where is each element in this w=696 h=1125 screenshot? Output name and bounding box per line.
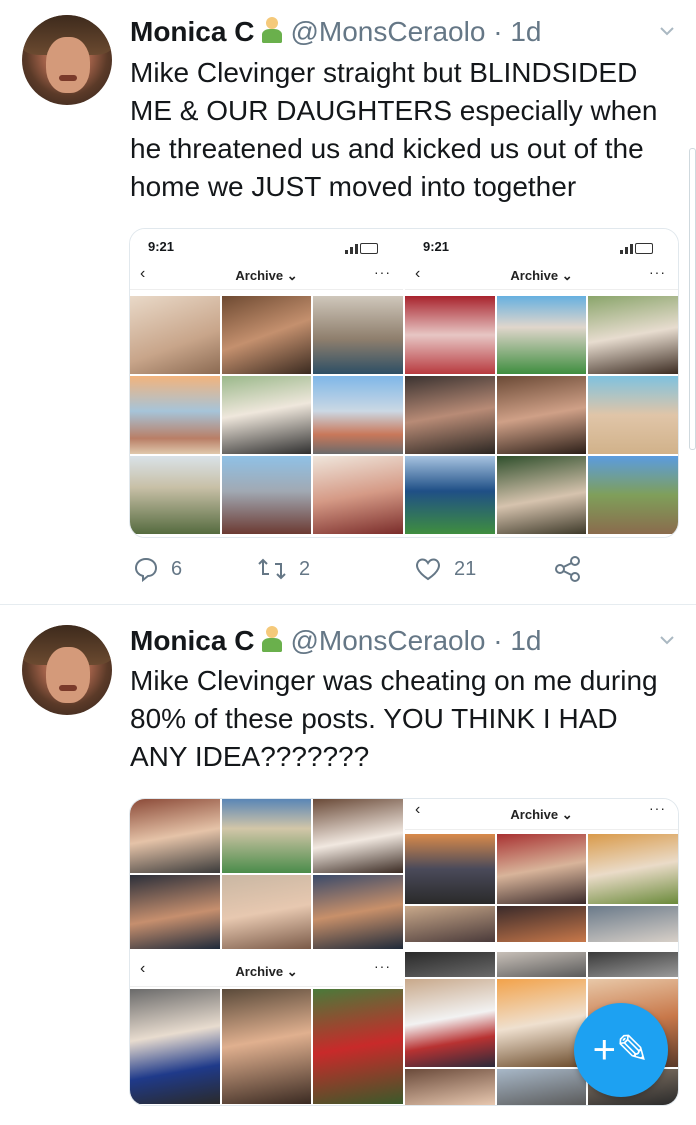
status-bar: 9:21 xyxy=(405,229,678,263)
signal-icon xyxy=(345,239,391,254)
status-bar: 9:21 xyxy=(130,229,403,263)
separator-dot: · xyxy=(493,625,503,656)
archive-title: Archive ⌄ xyxy=(510,268,573,283)
chevron-down-icon[interactable] xyxy=(660,26,674,40)
archive-navbar: ‹ Archive ⌄ ··· xyxy=(130,952,403,987)
media-image[interactable]: ‹ Archive ⌄ ··· xyxy=(405,799,678,949)
author-handle[interactable]: @MonsCeraolo xyxy=(290,16,485,47)
archive-title: Archive ⌄ xyxy=(235,964,298,979)
share-icon xyxy=(555,556,580,582)
tweet-text: Mike Clevinger was cheating on me during… xyxy=(130,665,658,772)
separator-dot: · xyxy=(493,16,503,47)
reply-button[interactable]: 6 xyxy=(133,556,182,582)
archive-title: Archive ⌄ xyxy=(510,807,573,822)
tweet[interactable]: Monica C @MonsCeraolo · 1d Mike Clevinger… xyxy=(0,0,696,604)
author-handle[interactable]: @MonsCeraolo xyxy=(290,625,485,656)
mermaid-emoji-icon xyxy=(260,17,284,45)
reply-icon xyxy=(134,557,158,582)
compose-tweet-icon: +✎ xyxy=(592,1028,650,1072)
share-button[interactable] xyxy=(554,556,594,582)
photo-grid xyxy=(405,296,678,534)
more-icon: ··· xyxy=(374,264,391,280)
more-icon: ··· xyxy=(649,264,666,280)
chevron-down-icon[interactable] xyxy=(660,635,674,649)
compose-tweet-button[interactable]: +✎ xyxy=(574,1003,668,1097)
archive-navbar: ‹ Archive ⌄ ··· xyxy=(405,799,678,830)
photo-grid xyxy=(130,989,403,1104)
scrollbar[interactable] xyxy=(689,148,696,450)
tweet-actions: 6 2 21 xyxy=(0,556,696,586)
author-name[interactable]: Monica C xyxy=(130,625,254,656)
photo-grid xyxy=(130,799,403,949)
timestamp[interactable]: 1d xyxy=(510,625,541,656)
tweet-text: Mike Clevinger straight but BLINDSIDED M… xyxy=(130,57,658,202)
like-button[interactable]: 21 xyxy=(414,556,476,582)
signal-icon xyxy=(620,239,666,254)
avatar[interactable] xyxy=(22,625,112,715)
reply-count: 6 xyxy=(171,557,183,580)
archive-title: Archive ⌄ xyxy=(235,268,298,283)
more-icon: ··· xyxy=(649,800,666,816)
status-time: 9:21 xyxy=(423,239,450,254)
retweet-count: 2 xyxy=(299,557,311,580)
retweet-icon xyxy=(258,558,286,580)
like-count: 21 xyxy=(454,557,477,580)
media-image[interactable] xyxy=(130,799,403,949)
retweet-button[interactable]: 2 xyxy=(257,556,310,582)
more-icon: ··· xyxy=(374,958,391,974)
media-image[interactable]: 9:21 ‹ Archive ⌄ ··· xyxy=(130,229,403,537)
author-name[interactable]: Monica C xyxy=(130,16,254,47)
media-image[interactable]: ‹ Archive ⌄ ··· xyxy=(130,952,403,1105)
avatar[interactable] xyxy=(22,15,112,105)
heart-icon xyxy=(416,558,440,581)
archive-navbar: ‹ Archive ⌄ ··· xyxy=(405,263,678,290)
tweet-header: Monica C @MonsCeraolo · 1d xyxy=(130,625,541,657)
tweet-media[interactable]: 9:21 ‹ Archive ⌄ ··· 9:21 ‹ Archive ⌄ ··… xyxy=(129,228,679,538)
tweet-header: Monica C @MonsCeraolo · 1d xyxy=(130,16,541,48)
media-image[interactable]: 9:21 ‹ Archive ⌄ ··· xyxy=(405,229,678,537)
photo-grid xyxy=(405,834,678,942)
archive-navbar: ‹ Archive ⌄ ··· xyxy=(130,263,403,290)
timestamp[interactable]: 1d xyxy=(510,16,541,47)
status-time: 9:21 xyxy=(148,239,175,254)
photo-grid xyxy=(130,296,403,534)
mermaid-emoji-icon xyxy=(260,626,284,654)
